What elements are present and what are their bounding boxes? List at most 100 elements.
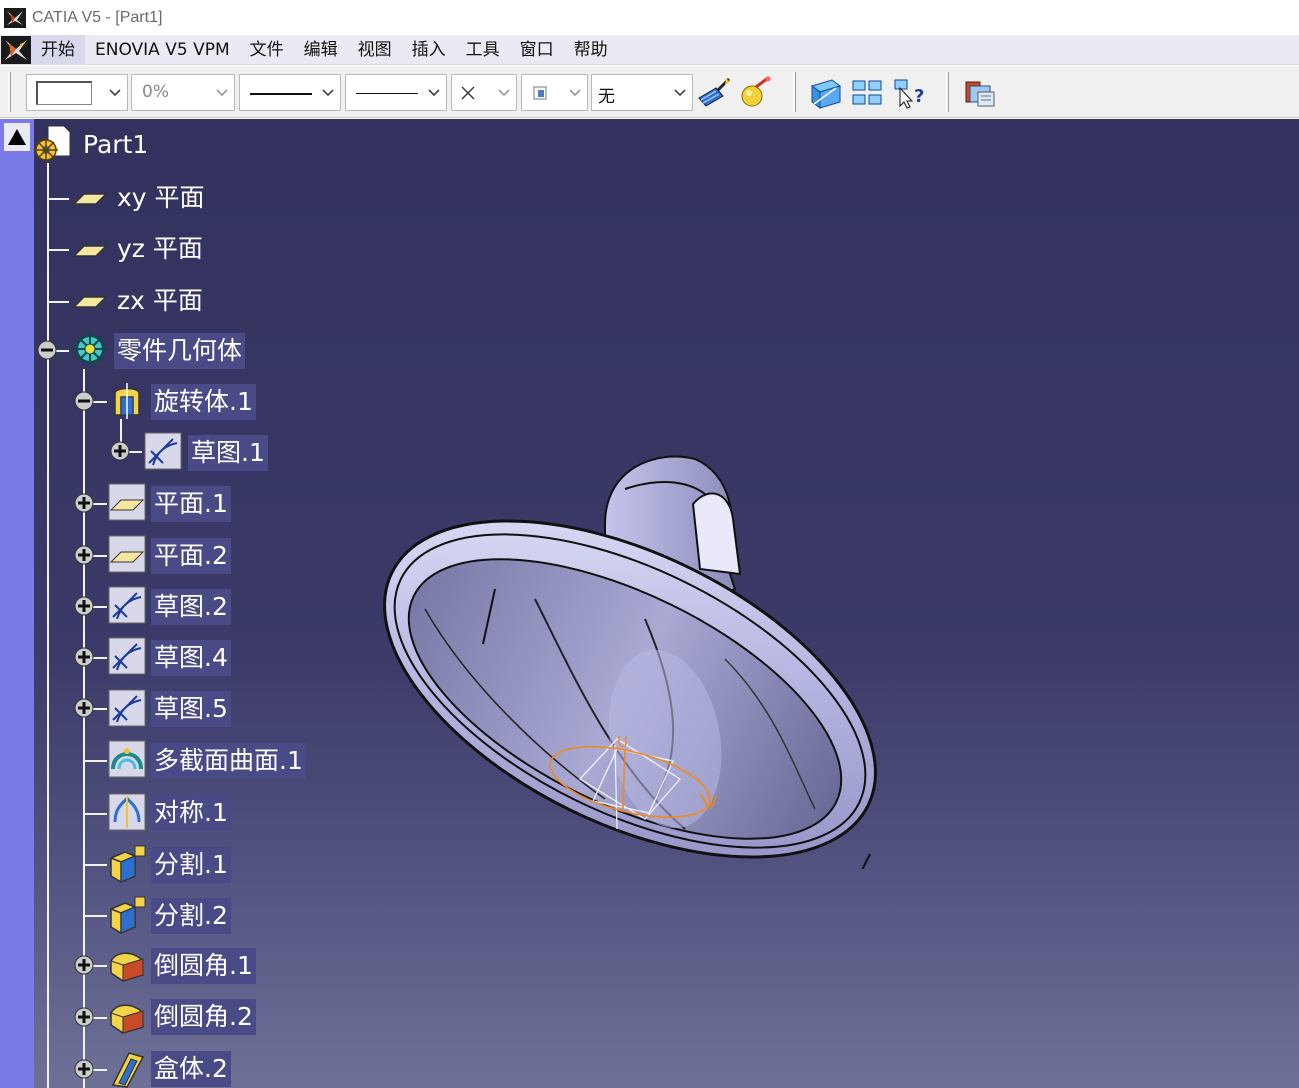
fillet-icon[interactable] xyxy=(107,945,147,985)
plane-icon[interactable] xyxy=(70,178,110,218)
expand-icon[interactable] xyxy=(72,1005,96,1029)
compass-u-label: U xyxy=(617,733,628,751)
tree-node-sketch-1[interactable]: 草图.1 xyxy=(188,435,268,471)
point-symbol-combo[interactable] xyxy=(451,74,517,111)
chevron-down-icon xyxy=(498,89,510,97)
catalog-browser-icon[interactable] xyxy=(962,76,998,110)
tree-scroll-strip[interactable] xyxy=(0,119,34,1088)
tree-node-fillet-1[interactable]: 倒圆角.1 xyxy=(151,948,256,984)
tree-node-sketch-4[interactable]: 草图.4 xyxy=(151,640,231,676)
tree-connector xyxy=(83,813,107,815)
chevron-down-icon xyxy=(109,89,121,97)
fillet-icon[interactable] xyxy=(107,997,147,1037)
graphic-properties-icon[interactable] xyxy=(738,76,774,110)
whats-this-icon[interactable]: ? xyxy=(892,76,928,110)
sketch-icon[interactable] xyxy=(107,585,147,625)
tree-root-part1[interactable]: Part1 xyxy=(80,127,151,163)
expand-icon[interactable] xyxy=(108,439,132,463)
color-combo[interactable] xyxy=(26,74,128,111)
menu-edit[interactable]: 编辑 xyxy=(294,35,348,65)
tree-node-split-1[interactable]: 分割.1 xyxy=(151,847,231,883)
3d-view-icon[interactable] xyxy=(808,76,844,110)
menu-view[interactable]: 视图 xyxy=(348,35,402,65)
tree-node-revolve-1[interactable]: 旋转体.1 xyxy=(151,384,256,420)
plane-icon[interactable] xyxy=(107,534,147,574)
compass-v-label: V xyxy=(707,793,718,811)
multi-view-icon[interactable] xyxy=(850,76,886,110)
cross-symbol-icon xyxy=(461,86,475,100)
tree-node-symmetry-1[interactable]: 对称.1 xyxy=(151,795,231,831)
tree-node-plane-1[interactable]: 平面.1 xyxy=(151,486,231,522)
tree-node-yz-plane[interactable]: yz 平面 xyxy=(114,231,206,267)
part-icon[interactable] xyxy=(32,124,72,164)
3d-part-model[interactable]: U V xyxy=(355,449,915,869)
tree-connector xyxy=(83,369,85,1088)
toolbar-grip[interactable] xyxy=(793,72,796,112)
rendering-style-icon xyxy=(533,86,547,100)
shell-icon[interactable] xyxy=(107,1049,147,1088)
multisection-icon[interactable] xyxy=(107,739,147,779)
line-type-sample xyxy=(356,93,418,94)
transparency-value: 0% xyxy=(142,82,169,102)
sketch-icon[interactable] xyxy=(107,636,147,676)
layer-combo[interactable]: 无 xyxy=(591,74,693,111)
menu-enovia[interactable]: ENOVIA V5 VPM xyxy=(85,35,240,65)
toolbar-grip[interactable] xyxy=(8,72,11,112)
sketch-icon[interactable] xyxy=(143,431,183,471)
tree-node-sketch-5[interactable]: 草图.5 xyxy=(151,691,231,727)
layer-value: 无 xyxy=(598,87,615,107)
menu-start[interactable]: 开始 xyxy=(31,34,85,65)
tree-connector xyxy=(47,301,69,303)
tree-node-part-body[interactable]: 零件几何体 xyxy=(114,333,246,369)
chevron-down-icon xyxy=(322,89,334,97)
tree-node-sketch-2[interactable]: 草图.2 xyxy=(151,589,231,625)
svg-text:?: ? xyxy=(914,86,924,107)
tree-scroll-up-button[interactable] xyxy=(4,123,30,151)
menu-help[interactable]: 帮助 xyxy=(564,35,618,65)
chevron-down-icon xyxy=(569,89,581,97)
expand-icon[interactable] xyxy=(72,645,96,669)
tree-node-zx-plane[interactable]: zx 平面 xyxy=(114,283,206,319)
body-icon[interactable] xyxy=(70,329,110,369)
tree-node-xy-plane[interactable]: xy 平面 xyxy=(114,180,208,216)
expand-icon[interactable] xyxy=(72,491,96,515)
expand-icon[interactable] xyxy=(72,1057,96,1081)
expand-icon[interactable] xyxy=(72,594,96,618)
tree-node-split-2[interactable]: 分割.2 xyxy=(151,898,231,934)
split-icon[interactable] xyxy=(107,844,147,884)
plane-icon[interactable] xyxy=(70,230,110,270)
menu-tools[interactable]: 工具 xyxy=(456,35,510,65)
plane-icon[interactable] xyxy=(70,281,110,321)
menu-insert[interactable]: 插入 xyxy=(402,35,456,65)
split-icon[interactable] xyxy=(107,895,147,935)
menu-window[interactable]: 窗口 xyxy=(510,35,564,65)
revolve-icon[interactable] xyxy=(107,381,147,421)
menu-file[interactable]: 文件 xyxy=(240,35,294,65)
collapse-icon[interactable] xyxy=(35,338,59,362)
chevron-down-icon xyxy=(216,89,228,97)
expand-icon[interactable] xyxy=(72,543,96,567)
painter-icon[interactable] xyxy=(696,76,732,110)
line-thickness-combo[interactable] xyxy=(239,74,341,111)
tree-node-fillet-2[interactable]: 倒圆角.2 xyxy=(151,999,256,1035)
expand-icon[interactable] xyxy=(72,696,96,720)
transparency-combo[interactable]: 0% xyxy=(131,74,235,111)
sketch-icon[interactable] xyxy=(107,688,147,728)
plane-icon[interactable] xyxy=(107,482,147,522)
collapse-icon[interactable] xyxy=(72,389,96,413)
tree-connector xyxy=(83,915,107,917)
tree-node-shell-2[interactable]: 盒体.2 xyxy=(151,1051,231,1087)
chevron-down-icon xyxy=(674,89,686,97)
rendering-style-combo[interactable] xyxy=(521,74,588,111)
expand-icon[interactable] xyxy=(72,953,96,977)
chevron-down-icon xyxy=(428,89,440,97)
window-title: CATIA V5 - [Part1] xyxy=(32,8,163,26)
tree-node-plane-2[interactable]: 平面.2 xyxy=(151,538,231,574)
tree-node-multisection-surface-1[interactable]: 多截面曲面.1 xyxy=(151,743,306,779)
color-swatch xyxy=(36,81,92,105)
toolbar-grip[interactable] xyxy=(946,72,949,112)
catia-logo-icon[interactable] xyxy=(1,35,31,64)
line-type-combo[interactable] xyxy=(345,74,447,111)
symmetry-icon[interactable] xyxy=(107,792,147,832)
3d-viewport[interactable]: U V Part1 xy 平面 yz 平面 zx 平面 零件几何体 旋转体.1 … xyxy=(0,119,1299,1088)
